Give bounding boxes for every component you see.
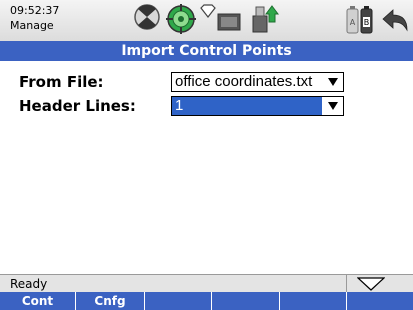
- expand-triangle-icon[interactable]: [357, 277, 385, 291]
- from-file-value: office coordinates.txt: [175, 73, 313, 90]
- softkey-cont[interactable]: Cont: [0, 292, 76, 310]
- header-lines-value: 1: [172, 97, 322, 115]
- satellite-off-icon[interactable]: [133, 3, 161, 31]
- chevron-down-icon: [328, 102, 338, 110]
- from-file-dropdown[interactable]: office coordinates.txt: [171, 72, 344, 92]
- chevron-down-icon: [328, 78, 338, 86]
- battery-ab-icon[interactable]: A B: [345, 5, 375, 35]
- softkey-cnfg[interactable]: Cnfg: [76, 292, 145, 310]
- clock: 09:52:37: [10, 4, 60, 17]
- svg-text:A: A: [350, 18, 356, 27]
- status-divider: [346, 275, 347, 293]
- page-title: Import Control Points: [0, 41, 413, 61]
- status-bar: Ready: [0, 274, 413, 293]
- top-status-bar: 09:52:37 Manage A B: [0, 0, 413, 41]
- header-lines-dropdown[interactable]: 1: [171, 96, 344, 116]
- softkey-3[interactable]: [145, 292, 212, 310]
- svg-text:B: B: [364, 18, 370, 27]
- usb-upload-icon[interactable]: [250, 4, 280, 34]
- status-text: Ready: [10, 277, 48, 291]
- header-lines-label: Header Lines:: [19, 97, 136, 115]
- gps-target-icon[interactable]: [165, 3, 197, 35]
- connection-icon[interactable]: [216, 10, 242, 32]
- softkey-6[interactable]: [347, 292, 413, 310]
- from-file-label: From File:: [19, 73, 104, 91]
- radio-signal-icon[interactable]: [200, 4, 216, 18]
- softkey-4[interactable]: [212, 292, 280, 310]
- softkey-5[interactable]: [280, 292, 347, 310]
- mode-label: Manage: [10, 19, 54, 32]
- softkey-bar: Cont Cnfg: [0, 292, 413, 310]
- back-arrow-icon[interactable]: [381, 8, 409, 34]
